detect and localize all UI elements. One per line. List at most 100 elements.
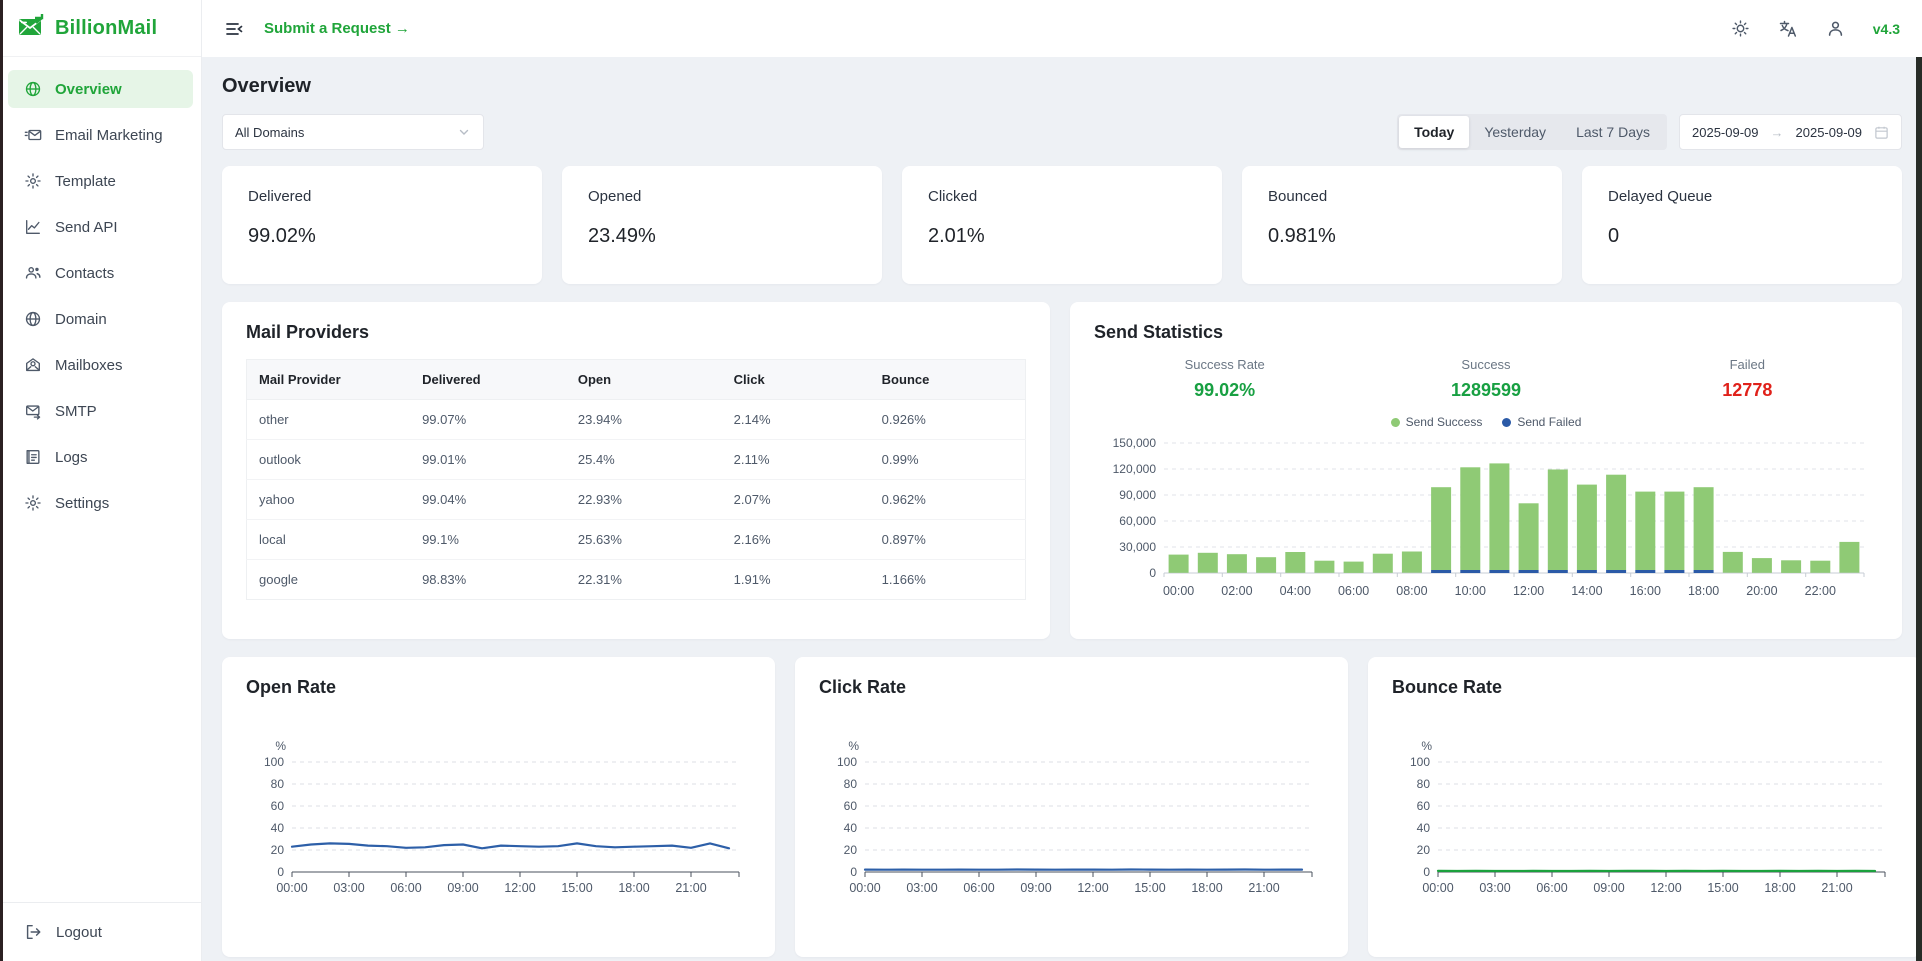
sidebar-item-domain[interactable]: Domain [8,300,193,338]
stat-label: Delayed Queue [1608,188,1713,205]
svg-text:22:00: 22:00 [1805,584,1836,598]
date-controls: Today Yesterday Last 7 Days 2025-09-09 → 2… [1397,114,1902,150]
send-stat-label: Success [1461,357,1511,372]
domain-select-value: All Domains [235,124,305,140]
legend-item-send-failed[interactable]: Send Failed [1502,415,1581,429]
gear-icon [24,494,42,512]
table-row: google 98.83% 22.31% 1.91% 1.166% [247,560,1026,600]
svg-text:03:00: 03:00 [1479,881,1510,895]
svg-text:00:00: 00:00 [849,881,880,895]
sidebar-item-label: SMTP [55,402,97,420]
table-row: other 99.07% 23.94% 2.14% 0.926% [246,399,1026,440]
legend-label: Send Failed [1517,415,1582,429]
legend-label: Send Success [1405,415,1483,429]
range-tab-last-7-days[interactable]: Last 7 Days [1561,116,1665,148]
bounce-rate-card: Bounce Rate % 0 20 40 60 80 100 00:00 03:00 06:00… [1368,657,1921,957]
sidebar-footer: Logout [0,902,201,961]
stat-value: 99.02% [248,225,316,247]
svg-text:150,000: 150,000 [1113,436,1157,450]
sidebar-item-label: Send API [55,218,118,236]
column-header: Open [565,359,722,400]
svg-text:20:00: 20:00 [1746,584,1777,598]
sidebar-item-smtp[interactable]: SMTP [8,392,193,430]
range-tab-yesterday[interactable]: Yesterday [1469,116,1561,148]
legend-dot-icon [1502,417,1512,427]
range-tab-today[interactable]: Today [1399,116,1470,148]
table-cell: 99.07% [410,399,566,440]
svg-text:40: 40 [1417,821,1431,835]
date-range-picker[interactable]: 2025-09-09 → 2025-09-09 [1679,114,1902,150]
stat-label: Opened [588,188,642,205]
send-stats-summary: Success Rate 99.02% Success 1289599 Failed 12… [1094,357,1878,401]
svg-text:06:00: 06:00 [1536,881,1567,895]
domain-select[interactable]: All Domains [222,114,484,150]
svg-text:20: 20 [1417,843,1431,857]
chevron-down-icon [457,125,471,139]
sidebar-item-logs[interactable]: Logs [8,438,193,476]
column-header: Delivered [410,359,566,400]
svg-text:100: 100 [837,755,857,769]
sidebar-item-label: Email Marketing [55,126,163,144]
sidebar-item-label: Template [55,172,116,190]
date-to[interactable]: 2025-09-09 [1796,125,1863,140]
mail-providers-card: Mail Providers Mail Provider Delivered Ope… [222,302,1050,639]
svg-text:0: 0 [1423,865,1430,879]
svg-text:03:00: 03:00 [333,881,364,895]
sidebar-item-template[interactable]: Template [8,162,193,200]
svg-text:21:00: 21:00 [1821,881,1852,895]
logout-icon [24,923,42,941]
sidebar-item-overview[interactable]: Overview [8,70,193,108]
table-row: outlook 99.01% 25.4% 2.11% 0.99% [246,439,1026,480]
mail-providers-table: Mail Provider Delivered Open Click Bounce ot… [246,359,1026,600]
stat-cards-row: Delivered 99.02% Opened 23.49% Clicked 2.01% B… [222,166,1902,284]
topbar: Submit a Request → v4.3 [202,0,1922,57]
submit-request-link[interactable]: Submit a Request → [264,20,410,37]
stat-label: Bounced [1268,188,1328,205]
calendar-icon [1874,125,1889,140]
date-arrow-icon: → [1770,124,1784,140]
open-rate-card: Open Rate % 0 20 40 60 80 100 00:00 03:00 06:00 09… [222,657,775,957]
svg-text:18:00: 18:00 [1688,584,1719,598]
svg-text:60,000: 60,000 [1119,514,1156,528]
svg-text:%: % [848,739,859,753]
svg-text:15:00: 15:00 [1707,881,1738,895]
sidebar-item-settings[interactable]: Settings [8,484,193,522]
theme-sun-icon[interactable] [1731,19,1750,38]
sidebar-item-label: Settings [55,494,110,512]
email-campaign-icon [24,126,42,144]
svg-text:16:00: 16:00 [1630,584,1661,598]
sidebar-collapse-icon[interactable] [224,19,244,39]
sidebar-item-contacts[interactable]: Contacts [8,254,193,292]
right-scrollbar[interactable] [1916,57,1922,961]
sidebar-item-send-api[interactable]: Send API [8,208,193,246]
account-user-icon[interactable] [1826,19,1845,38]
date-from[interactable]: 2025-09-09 [1692,125,1759,140]
svg-text:80: 80 [1417,777,1431,791]
svg-text:80: 80 [844,777,858,791]
stat-label: Delivered [248,188,312,205]
legend-item-send-success[interactable]: Send Success [1390,415,1483,429]
app-logo: BillionMail [0,0,201,57]
svg-text:14:00: 14:00 [1571,584,1602,598]
language-translate-icon[interactable] [1778,19,1798,39]
chart-legend: Send Success Send Failed [1094,415,1878,429]
sidebar-item-mailboxes[interactable]: Mailboxes [8,346,193,384]
svg-text:18:00: 18:00 [618,881,649,895]
sidebar-item-email-marketing[interactable]: Email Marketing [8,116,193,154]
svg-text:60: 60 [271,799,285,813]
bounce-rate-line-chart: % 0 20 40 60 80 100 00:00 03:00 06:00 09:00 12:00 15… [1392,704,1897,914]
version-badge[interactable]: v4.3 [1873,21,1900,37]
svg-text:06:00: 06:00 [963,881,994,895]
stat-value: 0.981% [1268,225,1336,247]
sidebar: BillionMail Overview Email Marketing Templ… [0,0,202,961]
column-header: Click [721,359,870,400]
sidebar-nav: Overview Email Marketing Template Send API C… [0,57,201,902]
logout-button[interactable]: Logout [24,923,177,941]
svg-text:09:00: 09:00 [1593,881,1624,895]
click-rate-title: Click Rate [819,677,907,697]
legend-dot-icon [1390,417,1400,427]
logs-icon [24,448,42,466]
send-statistics-bar-chart: 0 30,000 60,000 90,000 120,000 150,000 00:00 02… [1094,435,1878,608]
svg-text:03:00: 03:00 [906,881,937,895]
svg-text:00:00: 00:00 [1163,584,1194,598]
